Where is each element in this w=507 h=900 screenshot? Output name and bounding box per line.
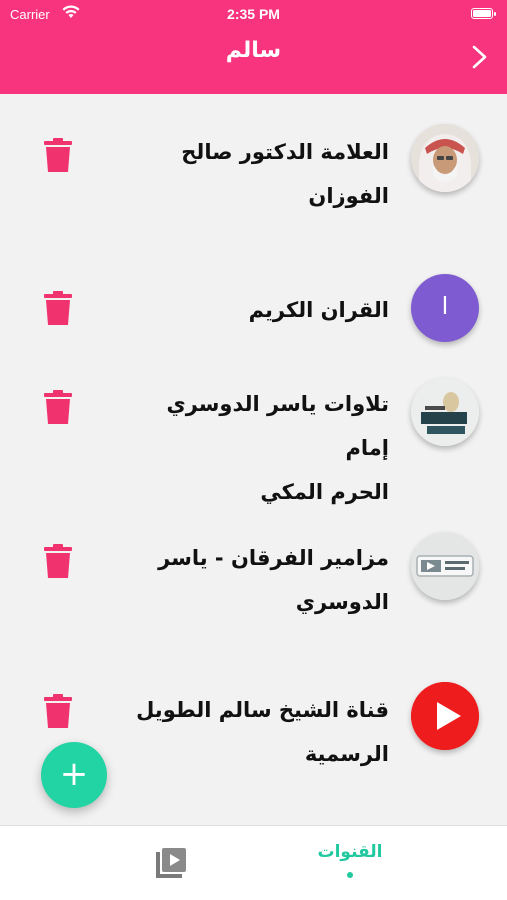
header-bar: Carrier 2:35 PM سالم xyxy=(0,0,507,94)
channel-avatar: ا xyxy=(411,274,479,342)
youtube-play-icon xyxy=(411,682,479,750)
channel-title: قناة الشيخ سالم الطويل الرسمية xyxy=(136,698,389,766)
tab-channels-label: القنوات xyxy=(317,842,383,862)
channel-list: العلامة الدكتور صالح الفوزان ا القران ال… xyxy=(0,94,507,824)
channel-title: القران الكريم xyxy=(248,298,389,322)
channel-title: العلامة الدكتور صالح الفوزان xyxy=(181,140,389,208)
trash-icon[interactable] xyxy=(44,544,72,578)
sheikh-portrait-image xyxy=(411,124,479,192)
trash-icon[interactable] xyxy=(44,694,72,728)
chevron-right-icon[interactable] xyxy=(469,44,491,70)
tab-bar: القنوات xyxy=(0,825,507,900)
list-item[interactable]: تلاوات ياسر الدوسري إمام الحرم المكي xyxy=(0,348,507,514)
page-title: سالم xyxy=(225,38,282,63)
list-item[interactable]: ا القران الكريم xyxy=(0,254,507,348)
trash-icon[interactable] xyxy=(44,291,72,325)
channel-logo-image xyxy=(411,378,479,446)
trash-icon[interactable] xyxy=(44,390,72,424)
plus-icon: + xyxy=(59,754,89,794)
channel-title: تلاوات ياسر الدوسري إمام الحرم المكي xyxy=(166,392,389,504)
active-tab-indicator xyxy=(347,872,353,878)
video-library-icon[interactable] xyxy=(154,846,188,880)
status-bar: Carrier 2:35 PM xyxy=(0,0,507,28)
channel-title: مزامير الفرقان - ياسر الدوسري xyxy=(158,546,389,614)
clock: 2:35 PM xyxy=(227,6,280,22)
channel-logo-image xyxy=(411,532,479,600)
add-channel-button[interactable]: + xyxy=(41,742,107,808)
trash-icon[interactable] xyxy=(44,138,72,172)
battery-icon xyxy=(471,8,496,19)
list-item[interactable]: العلامة الدكتور صالح الفوزان xyxy=(0,94,507,254)
list-item[interactable]: مزامير الفرقان - ياسر الدوسري xyxy=(0,514,507,668)
tab-channels[interactable]: القنوات xyxy=(300,842,400,878)
